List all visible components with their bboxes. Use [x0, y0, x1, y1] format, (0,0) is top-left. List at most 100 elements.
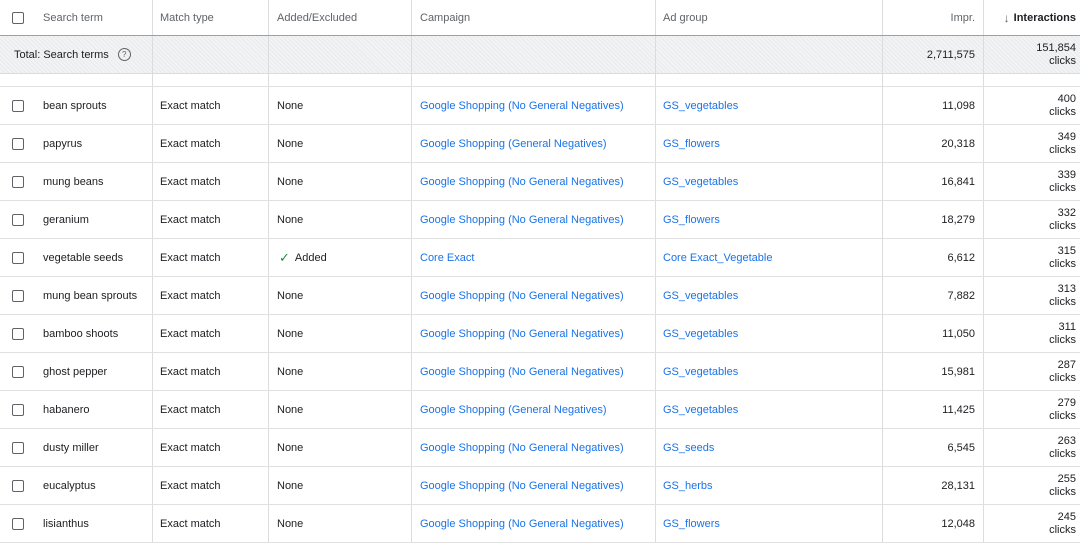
campaign-link[interactable]: Google Shopping (No General Negatives) [420, 442, 624, 454]
row-checkbox[interactable] [11, 365, 24, 378]
row-checkbox-cell [0, 239, 35, 276]
campaign-link[interactable]: Google Shopping (No General Negatives) [420, 366, 624, 378]
column-header-interactions[interactable]: ↓ Interactions [983, 0, 1080, 35]
interactions-unit: clicks [1049, 143, 1076, 156]
ad-group-link[interactable]: GS_flowers [663, 518, 720, 530]
column-header-campaign[interactable]: Campaign [411, 0, 655, 35]
total-impr: 2,711,575 [882, 36, 983, 73]
row-checkbox[interactable] [11, 213, 24, 226]
ad-group-cell: GS_vegetables [655, 353, 882, 390]
table-row[interactable]: ghost pepper Exact match None Google Sho… [0, 353, 1080, 391]
ad-group-cell: GS_vegetables [655, 277, 882, 314]
ad-group-link[interactable]: GS_flowers [663, 214, 720, 226]
ad-group-cell: GS_flowers [655, 505, 882, 542]
column-header-impr[interactable]: Impr. [882, 0, 983, 35]
search-term: lisianthus [43, 517, 89, 530]
ad-group-cell: GS_seeds [655, 429, 882, 466]
row-checkbox[interactable] [11, 517, 24, 530]
table-row[interactable]: lisianthus Exact match None Google Shopp… [0, 505, 1080, 543]
campaign-link[interactable]: Google Shopping (No General Negatives) [420, 328, 624, 340]
row-checkbox[interactable] [11, 289, 24, 302]
interactions-value: 279 [1057, 396, 1076, 409]
ad-group-link[interactable]: GS_vegetables [663, 366, 738, 378]
gap-cell [411, 74, 655, 86]
interactions-value: 315 [1057, 244, 1076, 257]
table-row[interactable]: habanero Exact match None Google Shoppin… [0, 391, 1080, 429]
campaign-link[interactable]: Google Shopping (No General Negatives) [420, 290, 624, 302]
campaign-link[interactable]: Core Exact [420, 252, 474, 264]
search-term: mung bean sprouts [43, 289, 138, 302]
table-row[interactable]: mung beans Exact match None Google Shopp… [0, 163, 1080, 201]
campaign-link[interactable]: Google Shopping (General Negatives) [420, 404, 607, 416]
table-row[interactable]: mung bean sprouts Exact match None Googl… [0, 277, 1080, 315]
search-terms-table: Search term Match type Added/Excluded Ca… [0, 0, 1080, 543]
row-checkbox[interactable] [11, 327, 24, 340]
interactions-unit: clicks [1049, 447, 1076, 460]
interactions-value: 263 [1057, 434, 1076, 447]
interactions-unit: clicks [1049, 409, 1076, 422]
column-header-ad-group[interactable]: Ad group [655, 0, 882, 35]
row-checkbox-cell [0, 467, 35, 504]
interactions-value: 245 [1057, 510, 1076, 523]
campaign-cell: Google Shopping (No General Negatives) [411, 505, 655, 542]
help-circle-icon[interactable]: ? [117, 48, 131, 61]
ad-group-link[interactable]: GS_vegetables [663, 290, 738, 302]
match-type: Exact match [152, 353, 268, 390]
ad-group-link[interactable]: GS_vegetables [663, 176, 738, 188]
match-type: Exact match [152, 125, 268, 162]
campaign-link[interactable]: Google Shopping (No General Negatives) [420, 100, 624, 112]
interactions-cell: 263 clicks [983, 429, 1080, 466]
row-checkbox[interactable] [11, 441, 24, 454]
status-label: None [277, 99, 304, 112]
table-row[interactable]: bamboo shoots Exact match None Google Sh… [0, 315, 1080, 353]
table-row[interactable]: vegetable seeds Exact match ✓ Added Core… [0, 239, 1080, 277]
row-checkbox[interactable] [11, 99, 24, 112]
campaign-link[interactable]: Google Shopping (No General Negatives) [420, 480, 624, 492]
ad-group-link[interactable]: GS_vegetables [663, 100, 738, 112]
row-checkbox[interactable] [11, 251, 24, 264]
row-checkbox[interactable] [11, 403, 24, 416]
table-row[interactable]: bean sprouts Exact match None Google Sho… [0, 87, 1080, 125]
select-all-checkbox[interactable] [11, 11, 24, 24]
interactions-unit: clicks [1049, 181, 1076, 194]
gap-cell [152, 74, 268, 86]
row-checkbox[interactable] [11, 137, 24, 150]
status-label: None [277, 441, 304, 454]
ad-group-link[interactable]: GS_herbs [663, 480, 713, 492]
arrow-down-icon: ↓ [1003, 10, 1010, 25]
match-type: Exact match [152, 315, 268, 352]
ad-group-link[interactable]: GS_vegetables [663, 328, 738, 340]
table-row[interactable]: dusty miller Exact match None Google Sho… [0, 429, 1080, 467]
campaign-link[interactable]: Google Shopping (No General Negatives) [420, 176, 624, 188]
ad-group-link[interactable]: Core Exact_Vegetable [663, 252, 772, 264]
added-excluded-status: None [268, 125, 411, 162]
campaign-link[interactable]: Google Shopping (No General Negatives) [420, 214, 624, 226]
interactions-cell: 400 clicks [983, 87, 1080, 124]
campaign-cell: Google Shopping (No General Negatives) [411, 87, 655, 124]
ad-group-cell: GS_vegetables [655, 315, 882, 352]
campaign-link[interactable]: Google Shopping (No General Negatives) [420, 518, 624, 530]
match-type: Exact match [152, 467, 268, 504]
impressions: 28,131 [882, 467, 983, 504]
column-header-match-type[interactable]: Match type [152, 0, 268, 35]
interactions-cell: 311 clicks [983, 315, 1080, 352]
status-label: None [277, 175, 304, 188]
impressions: 15,981 [882, 353, 983, 390]
campaign-link[interactable]: Google Shopping (General Negatives) [420, 138, 607, 150]
column-header-added-excluded[interactable]: Added/Excluded [268, 0, 411, 35]
match-type: Exact match [152, 505, 268, 542]
row-checkbox[interactable] [11, 479, 24, 492]
table-row[interactable]: geranium Exact match None Google Shoppin… [0, 201, 1080, 239]
ad-group-link[interactable]: GS_flowers [663, 138, 720, 150]
column-header-search-term[interactable]: Search term [35, 0, 152, 35]
interactions-cell: 245 clicks [983, 505, 1080, 542]
ad-group-cell: GS_vegetables [655, 87, 882, 124]
table-header: Search term Match type Added/Excluded Ca… [0, 0, 1080, 36]
row-checkbox[interactable] [11, 175, 24, 188]
ad-group-link[interactable]: GS_seeds [663, 442, 714, 454]
match-type: Exact match [152, 239, 268, 276]
table-row[interactable]: papyrus Exact match None Google Shopping… [0, 125, 1080, 163]
row-checkbox-cell [0, 87, 35, 124]
table-row[interactable]: eucalyptus Exact match None Google Shopp… [0, 467, 1080, 505]
ad-group-link[interactable]: GS_vegetables [663, 404, 738, 416]
